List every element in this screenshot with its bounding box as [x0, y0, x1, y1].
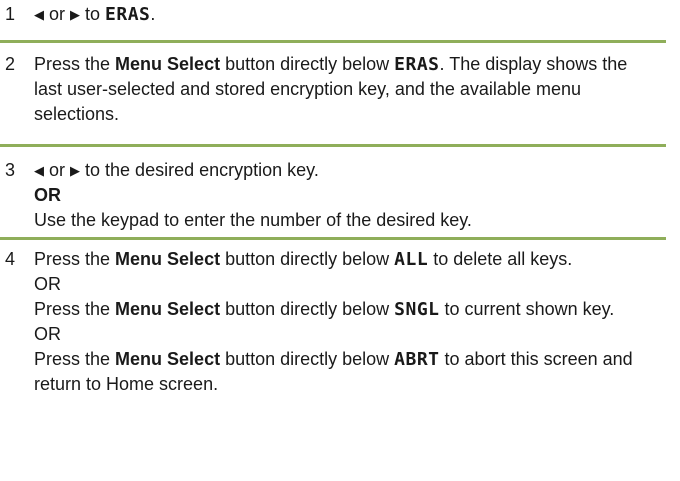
button-name: Menu Select [115, 249, 221, 269]
display-label: ERAS [105, 4, 151, 25]
button-name: Menu Select [115, 349, 221, 369]
or-label: OR [34, 185, 61, 205]
or-label: OR [34, 324, 61, 344]
button-name: Menu Select [115, 299, 221, 319]
step-number: 1 [5, 4, 16, 24]
option-abort: Press the Menu Select button directly be… [34, 349, 633, 394]
divider [0, 237, 666, 240]
step-text: Press the Menu Select button directly be… [34, 54, 628, 124]
step-number: 4 [5, 249, 16, 269]
option-delete-single: Press the Menu Select button directly be… [34, 299, 615, 320]
step-number: 2 [5, 54, 16, 74]
or-label: OR [34, 274, 61, 294]
button-name: Menu Select [115, 54, 221, 74]
left-arrow-icon: ◀ [34, 163, 44, 178]
procedure-page: 1 ◀ or ▶ to ERAS. 2 Press the Menu Selec… [0, 0, 680, 481]
right-arrow-icon: ▶ [70, 163, 81, 178]
display-label: ALL [394, 249, 429, 270]
display-label: ERAS [394, 54, 440, 75]
divider [0, 144, 666, 147]
divider [0, 40, 666, 43]
step-text: Press the Menu Select button directly be… [34, 247, 654, 397]
step-text: ◀ or ▶ to ERAS. [34, 4, 156, 25]
display-label: ABRT [394, 349, 440, 370]
right-arrow-icon: ▶ [70, 7, 81, 22]
display-label: SNGL [394, 299, 440, 320]
option-delete-all: Press the Menu Select button directly be… [34, 249, 573, 270]
step-text: ◀ or ▶ to the desired encryption key. OR… [34, 160, 472, 230]
step-number: 3 [5, 160, 16, 180]
left-arrow-icon: ◀ [34, 7, 44, 22]
